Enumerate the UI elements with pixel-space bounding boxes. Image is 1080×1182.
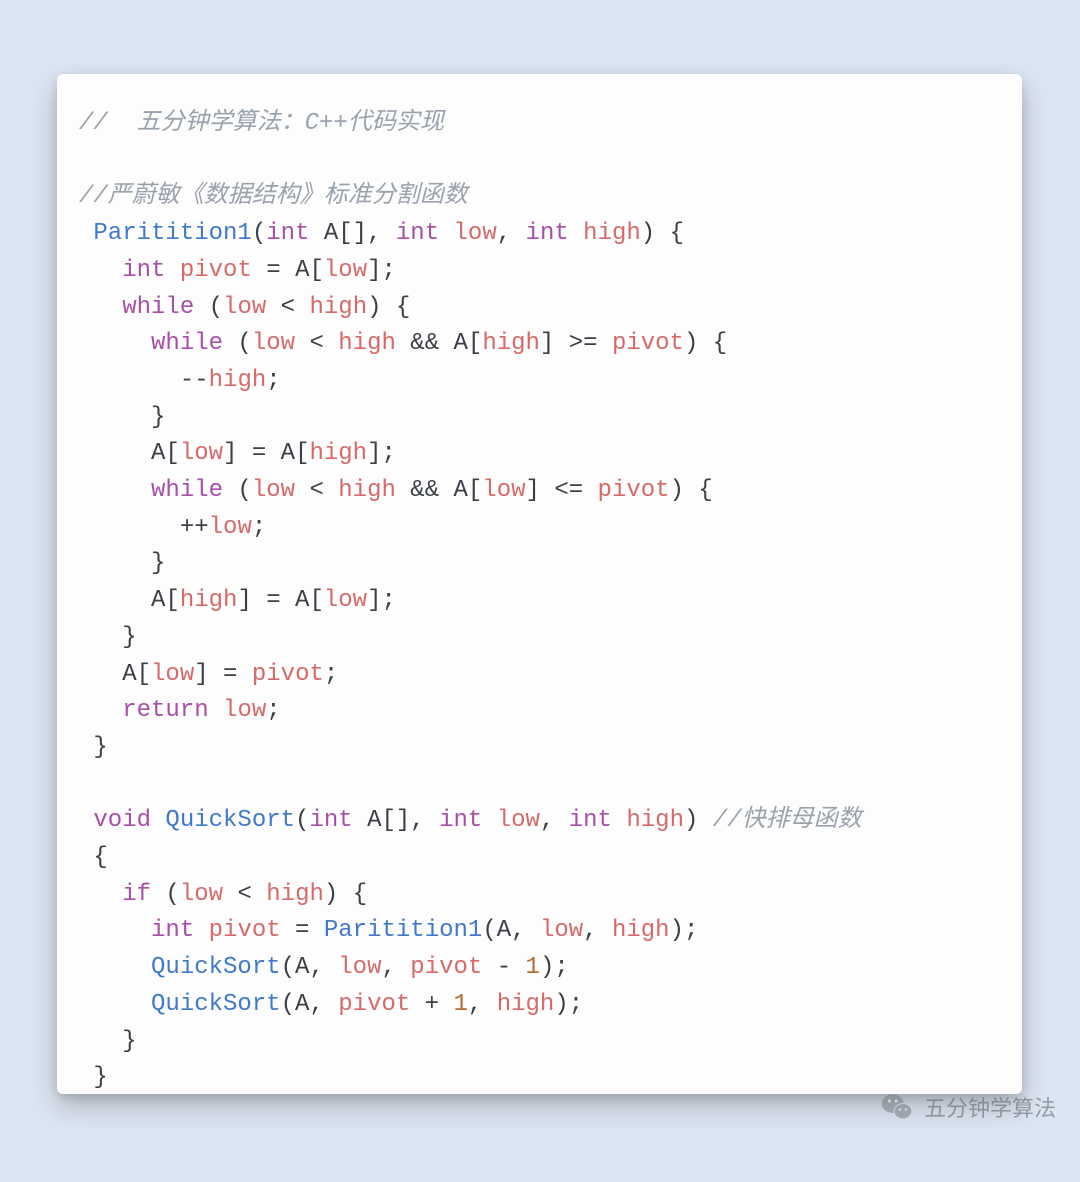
kw-return: return: [122, 697, 208, 724]
id-high: high: [612, 917, 670, 944]
comment-header: // 五分钟学算法：C++代码实现: [79, 110, 444, 137]
id-low: low: [324, 257, 367, 284]
wechat-icon: [880, 1090, 914, 1124]
kw-int: int: [396, 220, 439, 247]
id-pivot: pivot: [612, 330, 684, 357]
id-A: A: [497, 917, 511, 944]
watermark: 五分钟学算法: [880, 1090, 1056, 1124]
id-pivot: pivot: [209, 917, 281, 944]
id-low: low: [454, 220, 497, 247]
id-pivot: pivot: [338, 991, 410, 1018]
id-pivot: pivot: [410, 954, 482, 981]
id-low: low: [180, 881, 223, 908]
id-low: low: [540, 917, 583, 944]
id-A: A: [454, 330, 468, 357]
id-A: A: [324, 220, 338, 247]
id-low: low: [324, 587, 367, 614]
comment-quicksort: //快排母函数: [713, 807, 862, 834]
kw-int: int: [569, 807, 612, 834]
id-high: high: [209, 367, 267, 394]
id-A: A: [151, 440, 165, 467]
kw-int: int: [526, 220, 569, 247]
id-low: low: [180, 440, 223, 467]
id-pivot: pivot: [252, 661, 324, 688]
id-low: low: [338, 954, 381, 981]
fn-partition-call: Paritition1: [324, 917, 482, 944]
kw-while: while: [151, 477, 223, 504]
id-pivot: pivot: [598, 477, 670, 504]
fn-partition-name: Paritition1: [93, 220, 251, 247]
id-high: high: [338, 330, 396, 357]
id-high: high: [180, 587, 238, 614]
fn-quicksort-call: QuickSort: [151, 954, 281, 981]
id-high: high: [309, 294, 367, 321]
id-low: low: [223, 697, 266, 724]
id-A: A: [295, 991, 309, 1018]
id-A: A: [295, 587, 309, 614]
code-block: // 五分钟学算法：C++代码实现 //严蔚敏《数据结构》标准分割函数 Pari…: [79, 106, 1000, 1097]
num-1: 1: [454, 991, 468, 1018]
id-pivot: pivot: [180, 257, 252, 284]
id-low: low: [151, 661, 194, 688]
id-low: low: [497, 807, 540, 834]
id-high: high: [266, 881, 324, 908]
kw-while: while: [151, 330, 223, 357]
kw-int: int: [266, 220, 309, 247]
id-low: low: [252, 477, 295, 504]
watermark-text: 五分钟学算法: [924, 1091, 1056, 1123]
id-high: high: [626, 807, 684, 834]
id-low: low: [482, 477, 525, 504]
id-A: A: [367, 807, 381, 834]
kw-int: int: [122, 257, 165, 284]
id-A: A: [454, 477, 468, 504]
kw-int: int: [439, 807, 482, 834]
id-A: A: [295, 257, 309, 284]
id-A: A: [281, 440, 295, 467]
kw-if: if: [122, 881, 151, 908]
id-low: low: [223, 294, 266, 321]
id-low: low: [252, 330, 295, 357]
id-high: high: [309, 440, 367, 467]
id-A: A: [151, 587, 165, 614]
id-A: A: [295, 954, 309, 981]
id-high: high: [482, 330, 540, 357]
id-A: A: [122, 661, 136, 688]
id-high: high: [338, 477, 396, 504]
comment-partition: //严蔚敏《数据结构》标准分割函数: [79, 183, 468, 210]
fn-quicksort-call: QuickSort: [151, 991, 281, 1018]
kw-void: void: [93, 807, 151, 834]
kw-int: int: [151, 917, 194, 944]
id-high: high: [497, 991, 555, 1018]
kw-while: while: [122, 294, 194, 321]
kw-int: int: [309, 807, 352, 834]
id-low: low: [209, 514, 252, 541]
code-card: // 五分钟学算法：C++代码实现 //严蔚敏《数据结构》标准分割函数 Pari…: [57, 74, 1022, 1094]
fn-quicksort-name: QuickSort: [165, 807, 295, 834]
num-1: 1: [526, 954, 540, 981]
id-high: high: [583, 220, 641, 247]
